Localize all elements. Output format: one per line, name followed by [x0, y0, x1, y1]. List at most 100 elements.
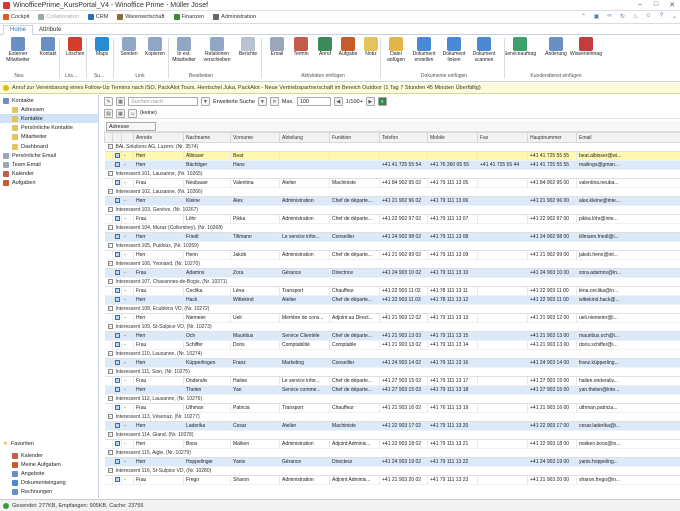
table-row[interactable]: - Frau Onderaliv Hailee Le service infor... C… [104, 376, 680, 386]
collapse-icon[interactable]: − [107, 144, 113, 149]
ribbon-button-8[interactable]: Berichte [234, 37, 262, 58]
sidebar-item-3[interactable]: Persönliche Kontakte [0, 124, 99, 133]
pencil-icon[interactable]: ✎ [104, 97, 113, 106]
collapse-icon[interactable]: − [107, 369, 113, 374]
sidebar-item-5[interactable]: Dashboard [0, 142, 99, 151]
collapse-icon[interactable]: − [107, 351, 113, 356]
first-page-icon[interactable]: ◀ [333, 97, 343, 106]
minimize-icon[interactable]: – [632, 1, 648, 9]
favorite-item-2[interactable]: Angebote [0, 469, 99, 478]
module-0[interactable]: Cockpit [3, 14, 29, 20]
refresh-icon[interactable]: ↻ [617, 13, 628, 21]
user-icon[interactable]: ☺ [643, 13, 654, 21]
sidebar-item-7[interactable]: Team Email [0, 160, 99, 169]
search-input[interactable]: Suchen nach [128, 97, 198, 106]
group-row[interactable]: − Interessent 109, St-Sulpice VD, (Nr. 10… [104, 322, 680, 332]
group-row[interactable]: − Interessent 110, Lausanne, (Nr. 10274) [104, 349, 680, 359]
column-header[interactable]: Mobile [427, 132, 478, 143]
filter-icon[interactable]: ▼ [201, 97, 210, 106]
group-row[interactable]: − Interessent 107, Chavannes-de-Bogis, (N… [104, 277, 680, 287]
collapse-icon[interactable]: − [107, 261, 113, 266]
advanced-search-button[interactable]: Erweiterte Suche [213, 99, 255, 105]
ribbon-button-6[interactable]: In ext. Mitarbeiter [170, 37, 198, 63]
column-header[interactable]: Anrede [133, 132, 184, 143]
ribbon-button-18[interactable]: Serviceauftrag [504, 37, 536, 58]
column-header[interactable]: Hauptnummer [527, 132, 577, 143]
favorite-item-0[interactable]: Kalender [0, 451, 99, 460]
ribbon-button-15[interactable]: Dokument erstellen [410, 37, 438, 63]
columns-icon[interactable]: ▤ [104, 108, 113, 118]
column-header[interactable]: Nachname [183, 132, 231, 143]
table-icon[interactable]: ▦ [116, 97, 125, 106]
table-row[interactable]: - Herr Kleine Alex Administration Chef de dép… [104, 196, 680, 206]
ribbon-button-20[interactable]: Wiseeneintrag [570, 37, 602, 58]
up-icon[interactable]: ⌃ [578, 13, 589, 21]
table-row[interactable]: - Herr Hoppelinger Yanis Gérance Directeur +41… [104, 457, 680, 467]
collapse-icon[interactable]: − [107, 432, 113, 437]
clear-filter-icon[interactable]: ✕ [269, 97, 279, 106]
funnel-icon[interactable]: ▼ [257, 97, 267, 106]
ribbon-button-7[interactable]: Relationen verschieben [203, 37, 231, 63]
user-filter-icon[interactable]: ☺ [128, 108, 137, 118]
sidebar-item-0[interactable]: Kontakte [0, 96, 99, 105]
collapse-icon[interactable]: − [107, 306, 113, 311]
collapse-icon[interactable]: − [107, 279, 113, 284]
sidebar-item-8[interactable]: Kalender [0, 170, 99, 179]
table-row[interactable]: - Herr Laderika Cesar Atelier Machiniste +41 2… [104, 421, 680, 431]
ribbon-button-14[interactable]: Datei anfügen [382, 37, 410, 63]
collapse-icon[interactable]: − [107, 396, 113, 401]
group-row[interactable]: − Interessent 106, Yvonand, (Nr. 10270) [104, 259, 680, 269]
collapse-icon[interactable]: − [107, 243, 113, 248]
group-by-field[interactable]: Adresse [106, 121, 156, 131]
filter-value[interactable]: (keine) [140, 110, 157, 116]
collapse-icon[interactable]: − [107, 450, 113, 455]
module-3[interactable]: Warenwirtschaft [117, 14, 165, 20]
column-header[interactable]: Telefon [379, 132, 428, 143]
maximize-icon[interactable]: □ [648, 1, 664, 9]
table-row[interactable]: - Herr Hack Wittekind Atelier Chef de départe… [104, 295, 680, 305]
table-row[interactable]: - Frau Ceclika Léna Transport Chauffeur +41 22… [104, 286, 680, 296]
table-row[interactable]: - Herr Bächtiger Hans +41 41 725 55 54 +41 76… [104, 160, 680, 170]
table-row[interactable]: - Herr Albisser Beat +41 41 725 55 55 beat.al… [104, 151, 680, 161]
module-2[interactable]: CRM [87, 14, 108, 20]
chevron-down-icon[interactable]: ⌄ [669, 13, 680, 21]
ribbon-button-1[interactable]: Kontakt [34, 37, 62, 58]
favorite-item-4[interactable]: Rechnungen [0, 488, 99, 497]
group-row[interactable]: − Interessent 102, Lausanne, (Nr. 10266) [104, 187, 680, 197]
tab-0[interactable]: Home [3, 25, 34, 35]
column-header[interactable] [104, 132, 113, 143]
table-row[interactable]: - Frau Adamns Zora Gérance Directrice +41 24 9… [104, 268, 680, 278]
ribbon-button-17[interactable]: Dokument scannen [470, 37, 498, 63]
group-row[interactable]: − Interessent 105, Puidoux, (Nr. 10269) [104, 241, 680, 251]
table-row[interactable]: - Frau Löhr Pikka Administration Chef de dépa… [104, 214, 680, 224]
column-header[interactable]: Funktion [329, 132, 380, 143]
column-header[interactable]: Vorname [230, 132, 280, 143]
ribbon-button-5[interactable]: Kopieren [141, 37, 169, 58]
group-row[interactable]: − Interessent 101, Lausanne, (Nr. 10265) [104, 169, 680, 179]
table-row[interactable]: - Herr Henn Jakob Administration Chef de dépa… [104, 250, 680, 260]
sidebar-item-1[interactable]: Adressen [0, 105, 99, 114]
notification-bar[interactable]: Anruf zur Vereinbarung eines Follow-Up T… [0, 83, 680, 94]
group-row[interactable]: − Interessent 108, Ecublens VD, (Nr. 1027… [104, 304, 680, 314]
sidebar-item-6[interactable]: Persönliche Email [0, 151, 99, 160]
collapse-icon[interactable]: − [107, 171, 113, 176]
table-row[interactable]: - Frau Schiffer Doris Comptabilité Comptable +… [104, 340, 680, 350]
ribbon-button-3[interactable]: Maps [88, 37, 116, 58]
window-icon[interactable]: ▣ [591, 13, 602, 21]
tab-1[interactable]: Attribute [33, 26, 67, 34]
ribbon-button-16[interactable]: Dokument linken [440, 37, 468, 63]
sidebar-item-4[interactable]: Mitarbeiter [0, 133, 99, 142]
sidebar-item-9[interactable]: Aufgaben [0, 179, 99, 188]
module-4[interactable]: Finanzen [173, 14, 204, 20]
group-row[interactable]: − Interessent 114, Gland, (Nr. 10278) [104, 430, 680, 440]
group-row[interactable]: − Interessent 112, Lausanne, (Nr. 10276) [104, 394, 680, 404]
collapse-icon[interactable]: − [107, 468, 113, 473]
column-header[interactable]: Abteilung [279, 132, 330, 143]
table-row[interactable]: - Frau Neubauer Valentina Atelier Machiniste +… [104, 178, 680, 188]
column-header[interactable]: Fax [477, 132, 528, 143]
table-row[interactable]: - Herr Och Mauritius Service Clientèle Chef d… [104, 331, 680, 341]
table-row[interactable]: - Herr Friedl Tillmann Le service infor... Co… [104, 232, 680, 242]
table-row[interactable]: - Herr Niemeier Ueli Membre de cons... Adjoin… [104, 313, 680, 323]
excel-export-icon[interactable]: x [377, 97, 387, 106]
favorite-item-1[interactable]: Meine Aufgaben [0, 460, 99, 469]
